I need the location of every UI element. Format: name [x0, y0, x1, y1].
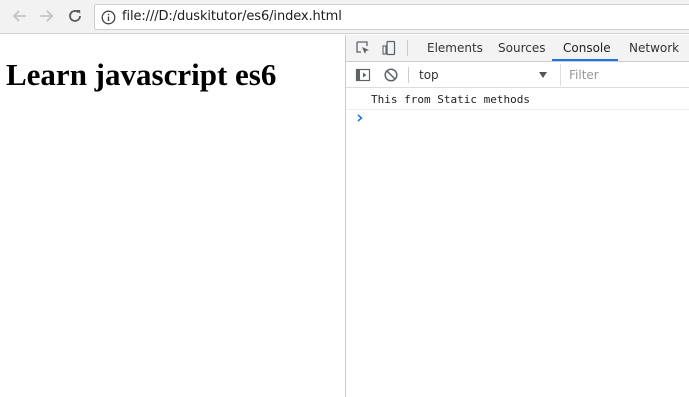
tabbar-separator: [407, 40, 408, 56]
context-selector-value: top: [419, 68, 439, 82]
devtools-panel: Elements Sources Console Network top Fil…: [345, 35, 689, 397]
clear-console-icon[interactable]: [383, 67, 399, 83]
prompt-chevron-icon: [357, 114, 363, 122]
console-message: This from Static methods: [346, 88, 689, 110]
browser-toolbar: file:///D:/duskitutor/es6/index.html: [0, 0, 689, 34]
console-filter-input[interactable]: Filter: [560, 64, 689, 86]
info-icon[interactable]: [101, 10, 116, 25]
context-selector[interactable]: top: [419, 62, 551, 88]
forward-button[interactable]: [36, 5, 58, 27]
page-heading: Learn javascript es6: [6, 57, 277, 92]
back-button[interactable]: [8, 5, 30, 27]
tab-network[interactable]: Network: [629, 35, 679, 62]
device-toggle-icon[interactable]: [381, 40, 397, 56]
console-toolbar-separator: [408, 67, 409, 83]
page-viewport: Learn javascript es6: [0, 35, 345, 397]
filter-placeholder: Filter: [569, 68, 599, 82]
reload-icon: [69, 10, 81, 22]
devtools-tabbar: Elements Sources Console Network: [346, 35, 689, 62]
address-bar[interactable]: file:///D:/duskitutor/es6/index.html: [94, 4, 689, 30]
console-message-text: This from Static methods: [371, 93, 530, 106]
tab-console[interactable]: Console: [563, 35, 611, 62]
console-toolbar: top Filter: [346, 62, 689, 88]
active-tab-indicator: [552, 59, 618, 61]
arrow-right-icon: [40, 10, 54, 22]
arrow-left-icon: [12, 10, 26, 22]
url-text: file:///D:/duskitutor/es6/index.html: [122, 9, 342, 24]
show-sidebar-icon[interactable]: [355, 67, 371, 83]
reload-button[interactable]: [64, 5, 86, 27]
inspect-element-icon[interactable]: [355, 40, 371, 56]
tab-elements[interactable]: Elements: [427, 35, 483, 62]
dropdown-arrow-icon: [539, 72, 547, 78]
tab-sources[interactable]: Sources: [498, 35, 545, 62]
console-prompt[interactable]: [346, 110, 689, 130]
